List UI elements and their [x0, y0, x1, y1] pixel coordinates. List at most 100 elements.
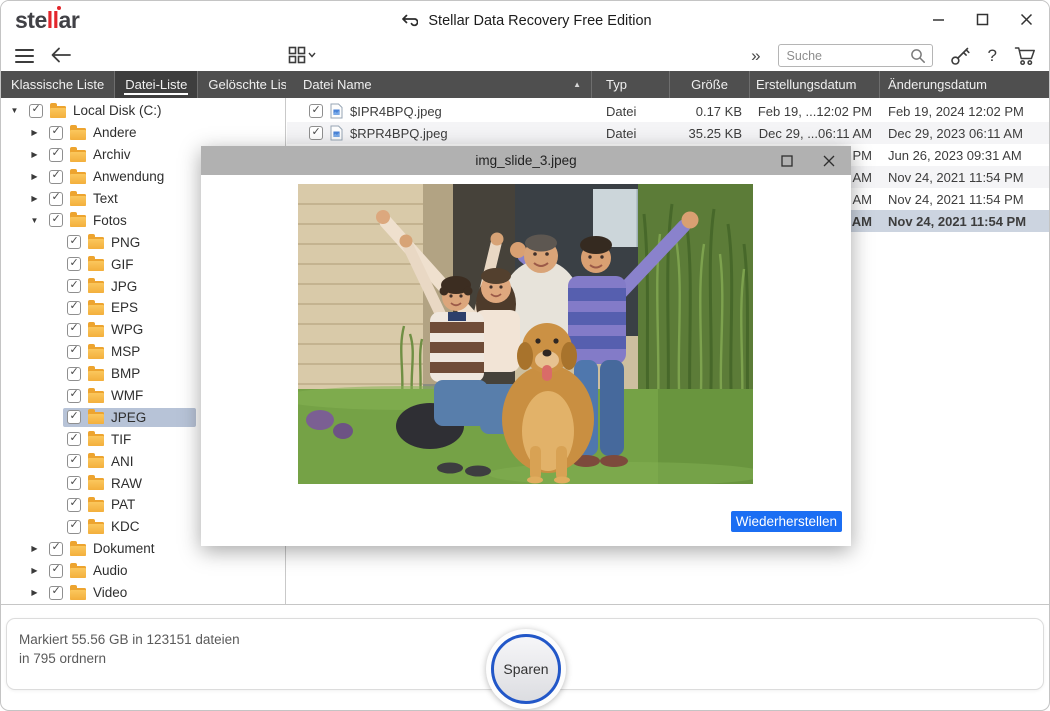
tree-item-content[interactable]: PNG [63, 233, 144, 252]
tree-item-content[interactable]: JPEG [63, 408, 196, 427]
column-header-name[interactable]: Datei Name▲ [286, 71, 591, 98]
checkbox-checked-icon[interactable] [309, 104, 323, 118]
tree-item-content[interactable]: Video [45, 583, 131, 602]
expander-icon[interactable] [29, 128, 40, 137]
folder-icon [88, 237, 104, 249]
tree-item-content[interactable]: MSP [63, 342, 144, 361]
tree-item-content[interactable]: BMP [63, 364, 144, 383]
tree-item[interactable]: Andere [1, 122, 285, 144]
checkbox-checked-icon[interactable] [67, 345, 81, 359]
close-button[interactable] [1020, 13, 1033, 26]
column-header-modified[interactable]: Änderungsdatum [879, 71, 1049, 98]
checkbox-checked-icon[interactable] [67, 432, 81, 446]
help-icon[interactable]: ? [988, 46, 997, 66]
checkbox-checked-icon[interactable] [49, 170, 63, 184]
tree-item[interactable]: Video [1, 582, 285, 604]
tree-item-label: WMF [111, 388, 143, 403]
view-tab[interactable]: Datei-Liste [115, 71, 198, 98]
tree-item-content[interactable]: Archiv [45, 145, 135, 164]
column-header-size[interactable]: Größe [669, 71, 749, 98]
view-grid-icon[interactable] [288, 46, 316, 64]
checkbox-checked-icon[interactable] [67, 454, 81, 468]
dialog-close-button[interactable] [823, 155, 835, 167]
checkbox-checked-icon[interactable] [49, 586, 63, 600]
checkbox-checked-icon[interactable] [67, 367, 81, 381]
checkbox-checked-icon[interactable] [29, 104, 43, 118]
column-header-type[interactable]: Typ [591, 71, 669, 98]
window-controls [932, 13, 1033, 26]
tree-item-content[interactable]: Text [45, 189, 122, 208]
tree-item-content[interactable]: KDC [63, 517, 144, 536]
table-row[interactable]: $IPR4BPQ.jpeg Datei 0.17 KB Feb 19, ...1… [287, 100, 1049, 122]
tree-item-content[interactable]: Fotos [45, 211, 131, 230]
checkbox-checked-icon[interactable] [67, 476, 81, 490]
tree-item-content[interactable]: Audio [45, 561, 132, 580]
tree-item-content[interactable]: ANI [63, 452, 138, 471]
tree-item-content[interactable]: Local Disk (C:) [25, 101, 166, 120]
table-row[interactable]: $RPR4BPQ.jpeg Datei 35.25 KB Dec 29, ...… [287, 122, 1049, 144]
tree-item-content[interactable]: JPG [63, 277, 141, 296]
expander-icon[interactable] [29, 544, 40, 553]
checkbox-checked-icon[interactable] [67, 389, 81, 403]
search-icon[interactable] [910, 48, 926, 64]
expander-icon[interactable] [29, 172, 40, 181]
checkbox-checked-icon[interactable] [67, 301, 81, 315]
checkbox-checked-icon[interactable] [309, 126, 323, 140]
expander-icon[interactable] [29, 588, 40, 597]
save-button[interactable]: Sparen [491, 634, 561, 704]
checkbox-checked-icon[interactable] [67, 323, 81, 337]
tree-item-label: ANI [111, 454, 134, 469]
tree-item-content[interactable]: Anwendung [45, 167, 168, 186]
tree-item-content[interactable]: RAW [63, 474, 146, 493]
checkbox-checked-icon[interactable] [49, 148, 63, 162]
tree-item-content[interactable]: PAT [63, 495, 139, 514]
dialog-maximize-button[interactable] [781, 155, 793, 167]
checkbox-checked-icon[interactable] [67, 520, 81, 534]
tree-item-label: Andere [93, 125, 137, 140]
tree-item-content[interactable]: TIF [63, 430, 135, 449]
image-file-icon [330, 103, 343, 119]
tree-item-content[interactable]: Dokument [45, 539, 159, 558]
minimize-button[interactable] [932, 13, 945, 26]
folder-icon [70, 588, 86, 600]
expander-icon[interactable] [9, 106, 20, 115]
tree-item-label: JPEG [111, 410, 146, 425]
back-arrow-icon[interactable] [49, 45, 73, 65]
column-header-created[interactable]: Erstellungsdatum [749, 71, 879, 98]
toolbar: » ? [1, 41, 1049, 71]
tree-item[interactable]: Local Disk (C:) [1, 100, 285, 122]
maximize-button[interactable] [976, 13, 989, 26]
activation-key-icon[interactable] [950, 45, 971, 66]
checkbox-checked-icon[interactable] [49, 126, 63, 140]
restore-button[interactable]: Wiederherstellen [731, 511, 842, 532]
checkbox-checked-icon[interactable] [67, 279, 81, 293]
menu-icon[interactable] [15, 49, 34, 67]
checkbox-checked-icon[interactable] [49, 542, 63, 556]
tree-item-content[interactable]: EPS [63, 298, 142, 317]
checkbox-checked-icon[interactable] [67, 235, 81, 249]
checkbox-checked-icon[interactable] [67, 410, 81, 424]
expander-icon[interactable] [29, 216, 40, 225]
tree-item-content[interactable]: GIF [63, 255, 138, 274]
checkbox-checked-icon[interactable] [67, 257, 81, 271]
more-tools-icon[interactable]: » [751, 47, 760, 64]
tree-item[interactable]: Audio [1, 560, 285, 582]
tree-item-label: BMP [111, 366, 140, 381]
expander-icon[interactable] [29, 150, 40, 159]
tree-item-content[interactable]: Andere [45, 123, 141, 142]
checkbox-checked-icon[interactable] [49, 213, 63, 227]
folder-icon [88, 500, 104, 512]
cart-icon[interactable] [1014, 46, 1037, 66]
tree-item-content[interactable]: WPG [63, 320, 147, 339]
search-input[interactable] [785, 48, 910, 64]
checkbox-checked-icon[interactable] [67, 498, 81, 512]
checkbox-checked-icon[interactable] [49, 192, 63, 206]
cell-file-name: $RPR4BPQ.jpeg [287, 125, 592, 141]
expander-icon[interactable] [29, 194, 40, 203]
expander-icon[interactable] [29, 566, 40, 575]
view-tab[interactable]: Klassische Liste [1, 71, 115, 98]
folder-icon [70, 544, 86, 556]
checkbox-checked-icon[interactable] [49, 564, 63, 578]
tree-item-content[interactable]: WMF [63, 386, 147, 405]
preview-dialog-titlebar[interactable]: img_slide_3.jpeg [201, 146, 851, 175]
